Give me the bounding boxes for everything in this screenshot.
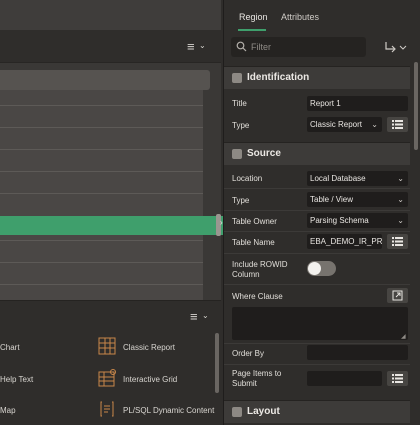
section-title: Identification (247, 72, 310, 83)
plsql-dynamic-content-icon (100, 401, 114, 417)
goto-group-icon[interactable] (383, 40, 407, 54)
gallery-item-map[interactable]: Map (0, 406, 16, 415)
where-clause-textarea[interactable] (232, 307, 408, 340)
chevron-down-icon: ⌄ (397, 216, 404, 225)
chevron-down-icon[interactable]: ⌄ (202, 311, 209, 320)
canvas-toolbar: ≡ ⌄ (0, 30, 221, 63)
section-layout-header[interactable]: Layout (224, 400, 410, 423)
filter-field[interactable] (231, 37, 366, 57)
property-label-where-clause: Where Clause (232, 292, 283, 301)
property-label-page-items: Page Items to Submit (232, 369, 282, 388)
grid-row-line (0, 171, 203, 172)
table-owner-select-value: Parsing Schema (310, 216, 369, 225)
canvas-top-strip (0, 0, 221, 31)
divider (224, 210, 410, 211)
property-editor-scrollbar[interactable] (414, 62, 418, 150)
list-of-values-button[interactable] (387, 117, 408, 132)
list-of-values-button[interactable] (387, 371, 408, 386)
property-label-title: Title (232, 99, 247, 108)
section-title: Source (247, 148, 281, 159)
property-label-order-by: Order By (232, 349, 265, 358)
chevron-down-icon: ⌄ (397, 195, 404, 204)
chevron-down-icon: ⌄ (397, 174, 404, 183)
active-tab-indicator (238, 29, 266, 31)
region-header-bar[interactable] (0, 70, 210, 90)
gallery-item-plsql-dynamic-content[interactable]: PL/SQL Dynamic Content (123, 406, 214, 415)
resize-grip-icon[interactable]: ◢ (401, 333, 406, 340)
chevron-down-icon[interactable]: ⌄ (199, 41, 206, 50)
grid-row-line (0, 149, 203, 150)
property-label-table-owner: Table Owner (232, 217, 277, 226)
gallery-menu-icon[interactable]: ≡ (190, 310, 198, 323)
chevron-down-icon: ⌄ (371, 120, 378, 129)
expand-editor-icon (392, 290, 403, 301)
filter-input[interactable] (251, 40, 361, 54)
collapse-toggle-icon[interactable] (232, 73, 242, 83)
grid-row-line (0, 105, 203, 106)
list-icon (392, 120, 403, 129)
gallery-item-help-text[interactable]: Help Text (0, 375, 33, 384)
property-label-location: Location (232, 174, 263, 183)
list-of-values-button[interactable] (387, 234, 408, 249)
section-identification-header[interactable]: Identification (224, 66, 410, 89)
divider (224, 364, 410, 365)
gallery-item-chart[interactable]: Chart (0, 343, 20, 352)
classic-report-icon (98, 337, 116, 355)
type-select[interactable]: Classic Report ⌄ (307, 117, 382, 132)
property-label-table-name: Table Name (232, 238, 275, 247)
grid-row-line (0, 240, 203, 241)
grid-row-line (0, 127, 203, 128)
region-body[interactable] (0, 90, 203, 300)
switch-knob (308, 262, 321, 275)
source-type-select[interactable]: Table / View ⌄ (307, 192, 408, 207)
gallery-item-classic-report[interactable]: Classic Report (123, 343, 175, 352)
tab-attributes[interactable]: Attributes (281, 12, 319, 22)
search-icon (236, 41, 247, 52)
collapse-toggle-icon[interactable] (232, 149, 242, 159)
divider (224, 231, 410, 232)
divider (224, 284, 410, 285)
grid-row-line (0, 193, 203, 194)
title-input[interactable]: Report 1 (307, 96, 408, 111)
divider (224, 253, 410, 254)
divider (224, 343, 410, 344)
property-label-source-type: Type (232, 196, 250, 205)
gallery-item-interactive-grid[interactable]: Interactive Grid (123, 375, 177, 384)
table-owner-select[interactable]: Parsing Schema ⌄ (307, 213, 408, 228)
gallery-scrollbar[interactable] (215, 333, 219, 393)
list-icon (392, 374, 403, 383)
property-label-type: Type (232, 121, 250, 130)
tab-region[interactable]: Region (239, 12, 268, 22)
interactive-grid-icon (98, 369, 116, 387)
grid-row-line (0, 284, 203, 285)
source-type-select-value: Table / View (310, 195, 353, 204)
location-select[interactable]: Local Database ⌄ (307, 171, 408, 186)
location-select-value: Local Database (310, 174, 366, 183)
gallery-toolbar: ≡ ⌄ (0, 300, 221, 332)
grid-row-line (0, 262, 203, 263)
type-select-value: Classic Report (310, 120, 363, 129)
order-by-input[interactable] (307, 345, 408, 360)
divider (224, 188, 410, 189)
table-name-input[interactable]: EBA_DEMO_IR_PRO (307, 234, 382, 249)
section-title: Layout (247, 406, 280, 417)
section-source-header[interactable]: Source (224, 142, 410, 165)
collapse-toggle-icon[interactable] (232, 407, 242, 417)
property-label-include-rowid: Include ROWID Column (232, 260, 288, 279)
canvas-menu-icon[interactable]: ≡ (187, 40, 195, 53)
code-editor-button[interactable] (387, 288, 408, 303)
page-items-input[interactable] (307, 371, 382, 386)
list-icon (392, 237, 403, 246)
selected-region-row[interactable] (0, 216, 229, 235)
